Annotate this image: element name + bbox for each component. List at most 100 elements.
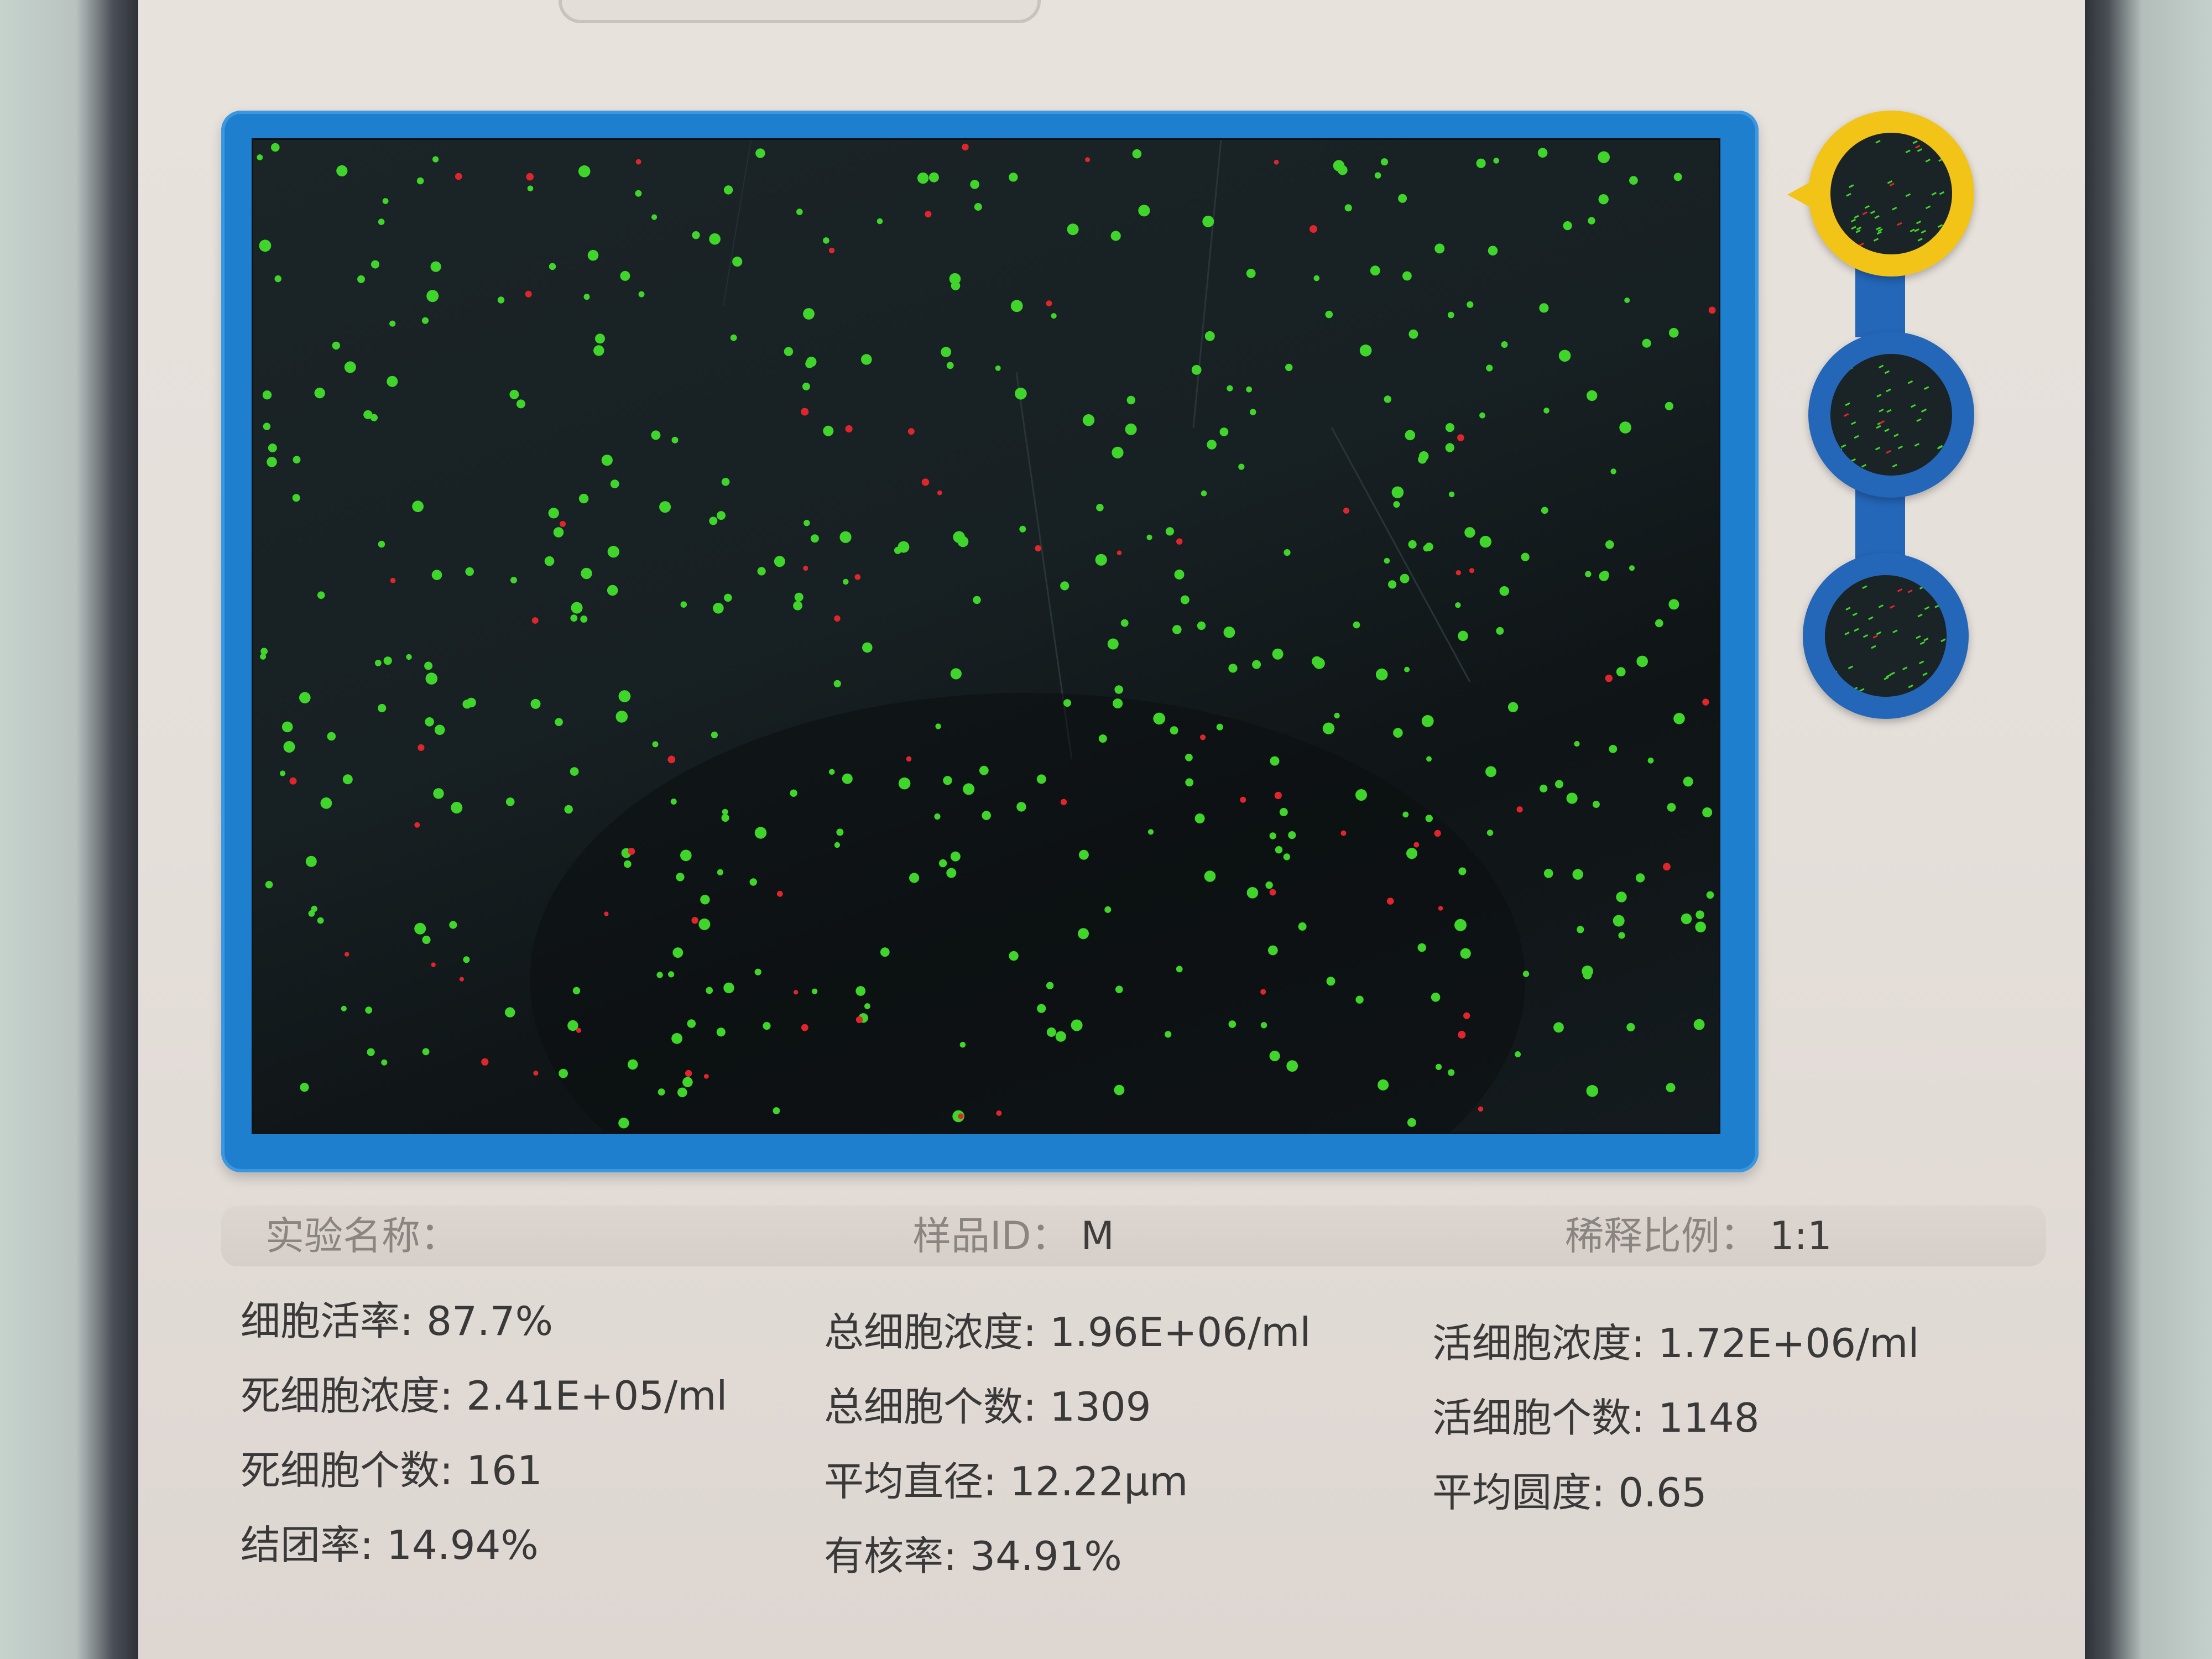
live-cell-dot bbox=[1488, 246, 1498, 256]
live-cell-dot bbox=[1098, 734, 1107, 743]
live-cell-dot bbox=[1647, 757, 1654, 764]
live-cell-dot bbox=[1455, 602, 1461, 608]
live-cell-dot bbox=[1046, 982, 1054, 989]
live-cell-dot bbox=[1402, 811, 1409, 818]
dead-cell-dot bbox=[1605, 674, 1613, 682]
thumb-cell-mark bbox=[1924, 464, 1930, 468]
dead-cell-dot bbox=[628, 848, 635, 855]
live-cell-dot bbox=[433, 788, 444, 799]
thumb-cell-mark bbox=[1884, 676, 1889, 680]
live-cell-dot bbox=[1037, 1004, 1046, 1013]
dead-cell-dot bbox=[925, 211, 932, 218]
dead-cell-dot bbox=[345, 952, 349, 957]
live-cell-dot bbox=[676, 873, 685, 881]
thumb-cell-mark bbox=[1849, 184, 1854, 188]
live-cell-dot bbox=[1126, 395, 1135, 405]
thumb-cell-mark bbox=[1854, 628, 1859, 632]
live-cell-dot bbox=[1454, 919, 1467, 931]
live-cell-dot bbox=[1202, 216, 1214, 227]
live-cell-dot bbox=[580, 615, 588, 623]
live-cell-dot bbox=[880, 947, 890, 957]
dead-cell-dot bbox=[531, 617, 539, 624]
live-cell-dot bbox=[1402, 271, 1412, 281]
live-cell-dot bbox=[698, 918, 711, 930]
thumb-cell-mark bbox=[1879, 408, 1884, 413]
live-cell-dot bbox=[855, 986, 866, 996]
thumb-cell-mark bbox=[1862, 211, 1867, 216]
live-cell-dot bbox=[1572, 869, 1583, 880]
live-cell-dot bbox=[1252, 660, 1261, 669]
thumb-cell-mark bbox=[1877, 228, 1883, 232]
dead-cell-dot bbox=[1035, 545, 1041, 552]
live-cell-dot bbox=[624, 860, 632, 868]
live-cell-dot bbox=[1170, 726, 1178, 735]
live-cell-dot bbox=[828, 769, 835, 775]
live-cell-dot bbox=[1668, 328, 1679, 338]
live-cell-dot bbox=[1400, 573, 1410, 583]
field-thumbnail-3[interactable] bbox=[1803, 553, 1969, 719]
live-cell-dot bbox=[357, 275, 365, 283]
field-thumbnail-1[interactable] bbox=[1787, 111, 1974, 276]
live-cell-dot bbox=[1325, 310, 1333, 319]
thumb-cell-mark bbox=[1897, 445, 1903, 450]
live-cell-dot bbox=[365, 1006, 373, 1014]
thumb-cell-mark bbox=[1879, 420, 1885, 424]
live-cell-dot bbox=[823, 425, 834, 436]
live-cell-dot bbox=[1448, 491, 1455, 498]
live-cell-dot bbox=[317, 591, 325, 599]
dead-cell-dot bbox=[560, 521, 566, 527]
live-cell-dot bbox=[898, 777, 911, 790]
live-cell-dot bbox=[281, 721, 293, 733]
cell-image-frame bbox=[221, 111, 1759, 1172]
live-cell-dot bbox=[1223, 626, 1235, 638]
top-tab-button[interactable] bbox=[559, 0, 1041, 23]
live-cell-dot bbox=[308, 910, 315, 917]
thumb-cell-mark bbox=[1940, 638, 1946, 643]
live-cell-dot bbox=[1391, 486, 1404, 499]
thumb-preview bbox=[1825, 575, 1947, 697]
thumb-cell-mark bbox=[1851, 226, 1856, 230]
thumb-cell-mark bbox=[1890, 604, 1895, 609]
live-cell-dot bbox=[713, 603, 724, 614]
thumb-cell-mark bbox=[1916, 418, 1922, 422]
live-cell-dot bbox=[833, 680, 841, 687]
live-cell-dot bbox=[1555, 780, 1563, 789]
live-cell-dot bbox=[659, 501, 671, 513]
thumb-cell-mark bbox=[1936, 364, 1942, 368]
live-cell-dot bbox=[432, 156, 439, 163]
live-cell-dot bbox=[570, 614, 578, 622]
thumb-cell-mark bbox=[1939, 677, 1945, 681]
thumb-cell-mark bbox=[1875, 446, 1881, 451]
thumb-cell-mark bbox=[1862, 585, 1867, 589]
thumb-cell-mark bbox=[1886, 409, 1892, 413]
live-cell-dot bbox=[877, 218, 883, 225]
live-cell-dot bbox=[677, 1087, 687, 1098]
dead-cell-dot bbox=[801, 408, 809, 416]
live-cell-dot bbox=[1592, 801, 1600, 808]
live-cell-dot bbox=[1537, 148, 1548, 158]
live-cell-dot bbox=[1138, 205, 1150, 217]
live-cell-dot bbox=[763, 1022, 771, 1030]
live-cell-dot bbox=[1269, 1050, 1280, 1062]
dead-cell-dot bbox=[834, 615, 841, 622]
live-cell-dot bbox=[607, 546, 619, 558]
live-cell-dot bbox=[1016, 802, 1026, 812]
thumb-cell-mark bbox=[1878, 604, 1884, 608]
live-cell-dot bbox=[1558, 349, 1571, 362]
live-cell-dot bbox=[717, 869, 723, 875]
live-cell-dot bbox=[1493, 158, 1499, 164]
field-thumbnail-2[interactable] bbox=[1808, 332, 1974, 498]
live-cell-dot bbox=[1522, 971, 1530, 977]
live-cell-dot bbox=[293, 456, 301, 464]
fluorescence-image-view[interactable] bbox=[252, 138, 1720, 1134]
live-cell-dot bbox=[1326, 977, 1335, 986]
live-cell-dot bbox=[595, 333, 605, 344]
thumb-cell-mark bbox=[1924, 386, 1929, 390]
thumb-cell-mark bbox=[1855, 229, 1861, 233]
live-cell-dot bbox=[627, 1059, 638, 1070]
dead-cell-dot bbox=[1117, 550, 1122, 555]
thumb-cell-mark bbox=[1919, 586, 1925, 589]
live-cell-dot bbox=[1112, 446, 1124, 459]
live-cell-dot bbox=[1418, 451, 1429, 461]
thumb-cell-mark bbox=[1856, 226, 1862, 231]
